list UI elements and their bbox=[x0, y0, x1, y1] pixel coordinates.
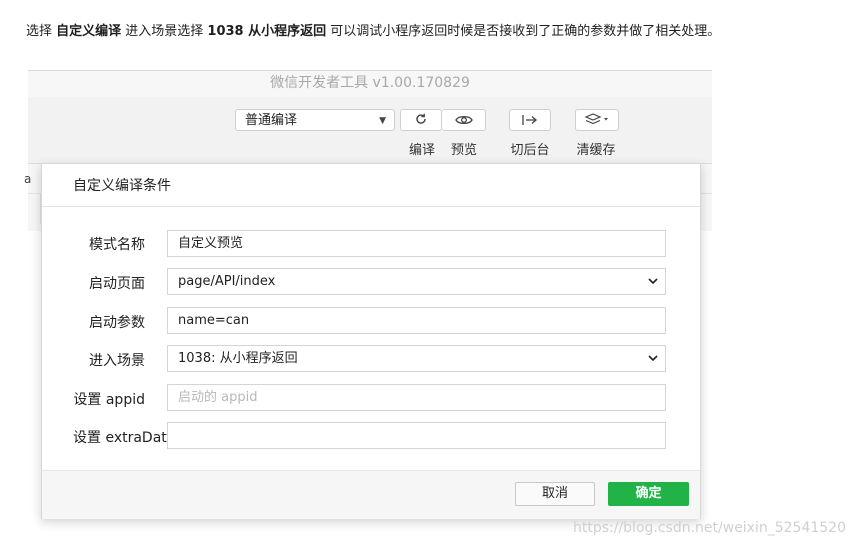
scene-label: 进入场景 bbox=[89, 353, 145, 369]
mode-name-input[interactable]: 自定义预览 bbox=[167, 230, 666, 257]
clear-cache-label: 清缓存 bbox=[576, 143, 616, 158]
dialog-title: 自定义编译条件 bbox=[73, 178, 171, 194]
custom-compile-dialog: 自定义编译条件 模式名称 自定义预览 启动页面 page/API/index 启… bbox=[41, 163, 701, 519]
window-title: 微信开发者工具 v1.00.170829 bbox=[28, 71, 712, 97]
refresh-icon bbox=[414, 111, 428, 130]
compile-label: 编译 bbox=[408, 143, 435, 158]
start-page-value: page/API/index bbox=[178, 274, 276, 289]
scene-select[interactable]: 1038: 从小程序返回 bbox=[167, 345, 666, 372]
start-page-label: 启动页面 bbox=[89, 276, 145, 292]
extra-data-input[interactable] bbox=[167, 422, 666, 449]
layers-icon bbox=[584, 111, 610, 130]
intro-bold-scene: 1038 从小程序返回 bbox=[207, 24, 327, 39]
compile-button[interactable] bbox=[400, 109, 442, 131]
background-button[interactable] bbox=[509, 109, 551, 131]
dialog-footer: 取消 确定 bbox=[42, 470, 700, 519]
intro-text-1: 选择 bbox=[26, 24, 57, 39]
background-label: 切后台 bbox=[510, 143, 550, 158]
intro-bold-custom-compile: 自定义编译 bbox=[56, 24, 122, 39]
switch-background-icon bbox=[521, 111, 539, 130]
caret-down-icon: ▼ bbox=[379, 116, 386, 126]
side-panel-letter: a bbox=[24, 172, 32, 186]
chevron-down-icon bbox=[648, 269, 658, 294]
preview-label: 预览 bbox=[450, 143, 477, 158]
intro-text-3: 可以调试小程序返回时候是否接收到了正确的参数并做了相关处理。 bbox=[326, 24, 721, 39]
appid-label: 设置 appid bbox=[73, 392, 145, 408]
toolbar: 普通编译 ▼ 编译 预览 切后台 清缓存 bbox=[28, 97, 712, 164]
mode-name-label: 模式名称 bbox=[89, 237, 145, 253]
cancel-button[interactable]: 取消 bbox=[515, 482, 595, 506]
preview-button[interactable] bbox=[442, 109, 486, 131]
start-page-select[interactable]: page/API/index bbox=[167, 268, 666, 295]
compile-mode-value: 普通编译 bbox=[245, 113, 298, 128]
appid-input[interactable]: 启动的 appid bbox=[167, 384, 666, 411]
compile-mode-select[interactable]: 普通编译 ▼ bbox=[235, 109, 395, 131]
clear-cache-button[interactable] bbox=[575, 109, 619, 131]
start-params-label: 启动参数 bbox=[89, 315, 145, 331]
watermark: https://blog.csdn.net/weixin_52541520 bbox=[572, 520, 846, 536]
dialog-header: 自定义编译条件 bbox=[42, 164, 700, 207]
eye-icon bbox=[454, 111, 473, 130]
chevron-down-icon bbox=[648, 346, 658, 371]
start-params-input[interactable]: name=can bbox=[167, 307, 666, 334]
scene-value: 1038: 从小程序返回 bbox=[178, 351, 298, 366]
intro-paragraph: 选择 自定义编译 进入场景选择 1038 从小程序返回 可以调试小程序返回时候是… bbox=[26, 22, 846, 42]
ok-button[interactable]: 确定 bbox=[608, 482, 689, 506]
intro-text-2: 进入场景选择 bbox=[121, 24, 208, 39]
